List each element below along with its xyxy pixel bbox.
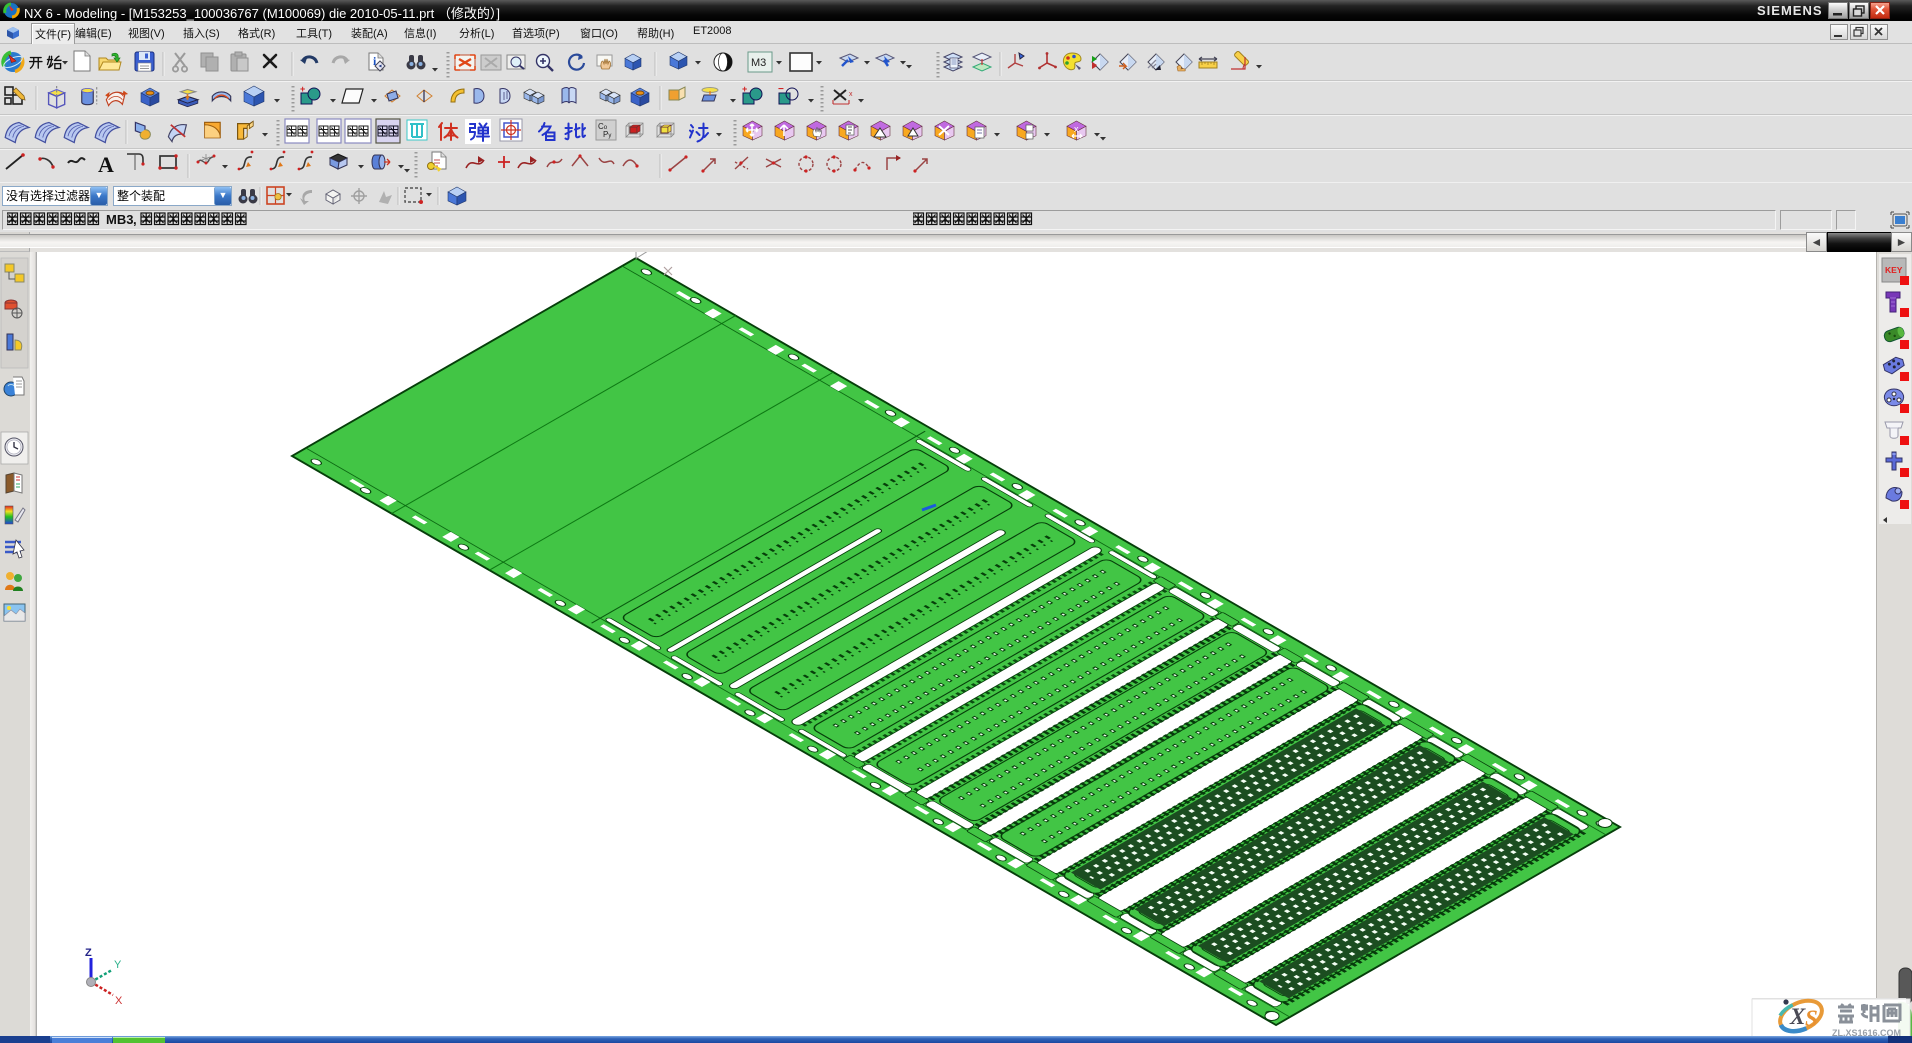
svg-text:+: +: [742, 84, 747, 94]
svg-text:X: X: [115, 995, 123, 1007]
svg-text:Z: Z: [85, 947, 92, 959]
svg-text:X: X: [1789, 1004, 1806, 1029]
svg-text:,: ,: [133, 212, 137, 227]
svg-text:KEY: KEY: [1885, 265, 1903, 275]
svg-text:A: A: [98, 152, 114, 177]
svg-text:M3: M3: [751, 57, 766, 69]
svg-text:−: −: [778, 84, 784, 95]
svg-text:+: +: [300, 84, 305, 94]
svg-text:S: S: [1805, 1006, 1818, 1031]
svg-text:MB3: MB3: [106, 212, 133, 227]
svg-text:Y: Y: [114, 959, 122, 971]
svg-text:x: x: [849, 91, 853, 98]
svg-text:x: x: [1074, 124, 1079, 134]
